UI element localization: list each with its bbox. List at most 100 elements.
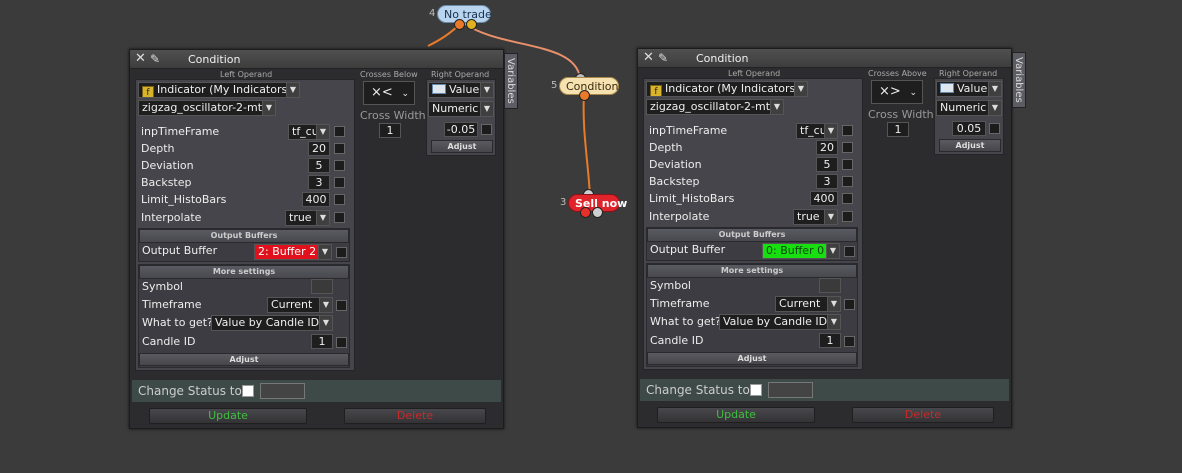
timeframe-checkbox[interactable] [336, 300, 347, 311]
close-icon[interactable]: ✕ [643, 50, 654, 65]
adjust-button[interactable]: Adjust [139, 353, 349, 366]
pin-icon[interactable]: ✎ [658, 51, 668, 65]
update-button[interactable]: Update [149, 408, 307, 424]
condition-panel: ✕ ✎ Condition Variables Left Operand f In… [129, 49, 518, 429]
param-input[interactable]: 400 [302, 192, 330, 207]
param-select[interactable]: true ▼ [285, 210, 330, 226]
chevron-down-icon: ▼ [988, 101, 1001, 115]
panel-titlebar[interactable]: ✕ ✎ Condition [130, 50, 503, 69]
param-input[interactable]: 3 [308, 175, 330, 190]
change-status-field[interactable] [260, 383, 305, 399]
param-label: inpTimeFrame [649, 124, 728, 137]
param-select[interactable]: true ▼ [793, 209, 838, 225]
change-status-checkbox[interactable] [750, 384, 762, 396]
param-checkbox[interactable] [334, 160, 345, 171]
right-operand-label: Right Operand [431, 70, 490, 79]
cross-width-input[interactable]: 1 [379, 123, 401, 138]
delete-button[interactable]: Delete [344, 408, 486, 424]
right-type-select[interactable]: Value ▼ [428, 82, 494, 98]
right-value-input[interactable]: 0.05 [952, 121, 986, 136]
candle-id-input[interactable]: 1 [311, 334, 333, 349]
param-value: tf_cu [292, 125, 319, 138]
symbol-input[interactable] [311, 279, 333, 294]
param-select[interactable]: tf_cu ▼ [288, 124, 330, 140]
param-checkbox[interactable] [334, 126, 345, 137]
param-label: Limit_HistoBars [141, 193, 227, 206]
what-to-get-select[interactable]: Value by Candle ID ▼ [719, 314, 841, 330]
candle-id-input[interactable]: 1 [819, 333, 841, 348]
param-select[interactable]: tf_cu ▼ [796, 123, 838, 139]
what-to-get-select[interactable]: Value by Candle ID ▼ [211, 315, 333, 331]
param-checkbox[interactable] [842, 142, 853, 153]
what-to-get-value: Value by Candle ID [215, 316, 320, 329]
param-label: inpTimeFrame [141, 125, 220, 138]
indicator-type-value: Indicator (My Indicators) [157, 83, 292, 96]
indicator-name-select[interactable]: zigzag_oscillator-2-mtf ▼ [646, 99, 784, 115]
change-status-field[interactable] [768, 382, 813, 398]
param-checkbox[interactable] [842, 125, 853, 136]
more-settings-header[interactable]: More settings [139, 265, 349, 279]
update-button[interactable]: Update [657, 407, 815, 423]
output-connector-icon[interactable] [592, 207, 603, 218]
output-buffer-select[interactable]: 0: Buffer 0 ▼ [762, 243, 840, 259]
right-adjust-button[interactable]: Adjust [939, 139, 1001, 152]
timeframe-checkbox[interactable] [844, 299, 855, 310]
right-operand-label: Right Operand [939, 69, 998, 78]
param-input[interactable]: 20 [308, 141, 330, 156]
output-buffer-label: Output Buffer [650, 243, 726, 256]
right-adjust-button[interactable]: Adjust [431, 140, 493, 153]
right-value-checkbox[interactable] [481, 124, 492, 135]
timeframe-select[interactable]: Current ▼ [267, 297, 333, 313]
output-connector-icon[interactable] [466, 19, 477, 30]
output-buffer-checkbox[interactable] [844, 246, 855, 257]
output-connector-icon[interactable] [579, 90, 590, 101]
panel-titlebar[interactable]: ✕ ✎ Condition [638, 49, 1011, 68]
right-kind-select[interactable]: Numeric ▼ [428, 101, 494, 117]
cross-mode-select[interactable]: ×> ⌄ [871, 80, 923, 104]
param-checkbox[interactable] [842, 176, 853, 187]
param-checkbox[interactable] [842, 211, 853, 222]
right-kind-select[interactable]: Numeric ▼ [936, 100, 1002, 116]
timeframe-select[interactable]: Current ▼ [775, 296, 841, 312]
more-settings-header[interactable]: More settings [647, 264, 857, 278]
output-buffers-header: Output Buffers [647, 228, 857, 242]
param-input[interactable]: 400 [810, 191, 838, 206]
output-buffer-select[interactable]: 2: Buffer 2 ▼ [254, 244, 332, 260]
pin-icon[interactable]: ✎ [150, 52, 160, 66]
param-input[interactable]: 5 [816, 157, 838, 172]
param-checkbox[interactable] [842, 159, 853, 170]
output-connector-icon[interactable] [454, 19, 465, 30]
param-checkbox[interactable] [334, 143, 345, 154]
variables-tab[interactable]: Variables [504, 53, 518, 109]
param-input[interactable]: 20 [816, 140, 838, 155]
param-checkbox[interactable] [842, 193, 853, 204]
variables-tab[interactable]: Variables [1012, 52, 1026, 108]
symbol-input[interactable] [819, 278, 841, 293]
param-checkbox[interactable] [334, 177, 345, 188]
indicator-icon: f [650, 85, 662, 96]
param-checkbox[interactable] [334, 212, 345, 223]
param-checkbox[interactable] [334, 194, 345, 205]
right-value-input[interactable]: -0.05 [444, 122, 478, 137]
param-input[interactable]: 5 [308, 158, 330, 173]
indicator-name-select[interactable]: zigzag_oscillator-2-mtf ▼ [138, 100, 276, 116]
adjust-button[interactable]: Adjust [647, 352, 857, 365]
delete-button[interactable]: Delete [852, 407, 994, 423]
cross-mode-label: Crosses Above [868, 69, 927, 78]
indicator-type-select[interactable]: f Indicator (My Indicators) ▼ [138, 82, 300, 98]
indicator-type-value: Indicator (My Indicators) [665, 82, 800, 95]
candle-id-checkbox[interactable] [336, 337, 347, 348]
cross-width-input[interactable]: 1 [887, 122, 909, 137]
change-status-checkbox[interactable] [242, 385, 254, 397]
close-icon[interactable]: ✕ [135, 51, 146, 66]
right-value-checkbox[interactable] [989, 123, 1000, 134]
candle-id-checkbox[interactable] [844, 336, 855, 347]
output-buffer-checkbox[interactable] [336, 247, 347, 258]
indicator-type-select[interactable]: f Indicator (My Indicators) ▼ [646, 81, 808, 97]
cross-mode-select[interactable]: ×< ⌄ [363, 81, 415, 105]
cross-width-label: Cross Width [868, 108, 934, 121]
param-label: Backstep [649, 175, 700, 188]
output-connector-icon[interactable] [580, 207, 591, 218]
param-input[interactable]: 3 [816, 174, 838, 189]
right-type-select[interactable]: Value ▼ [936, 81, 1002, 97]
